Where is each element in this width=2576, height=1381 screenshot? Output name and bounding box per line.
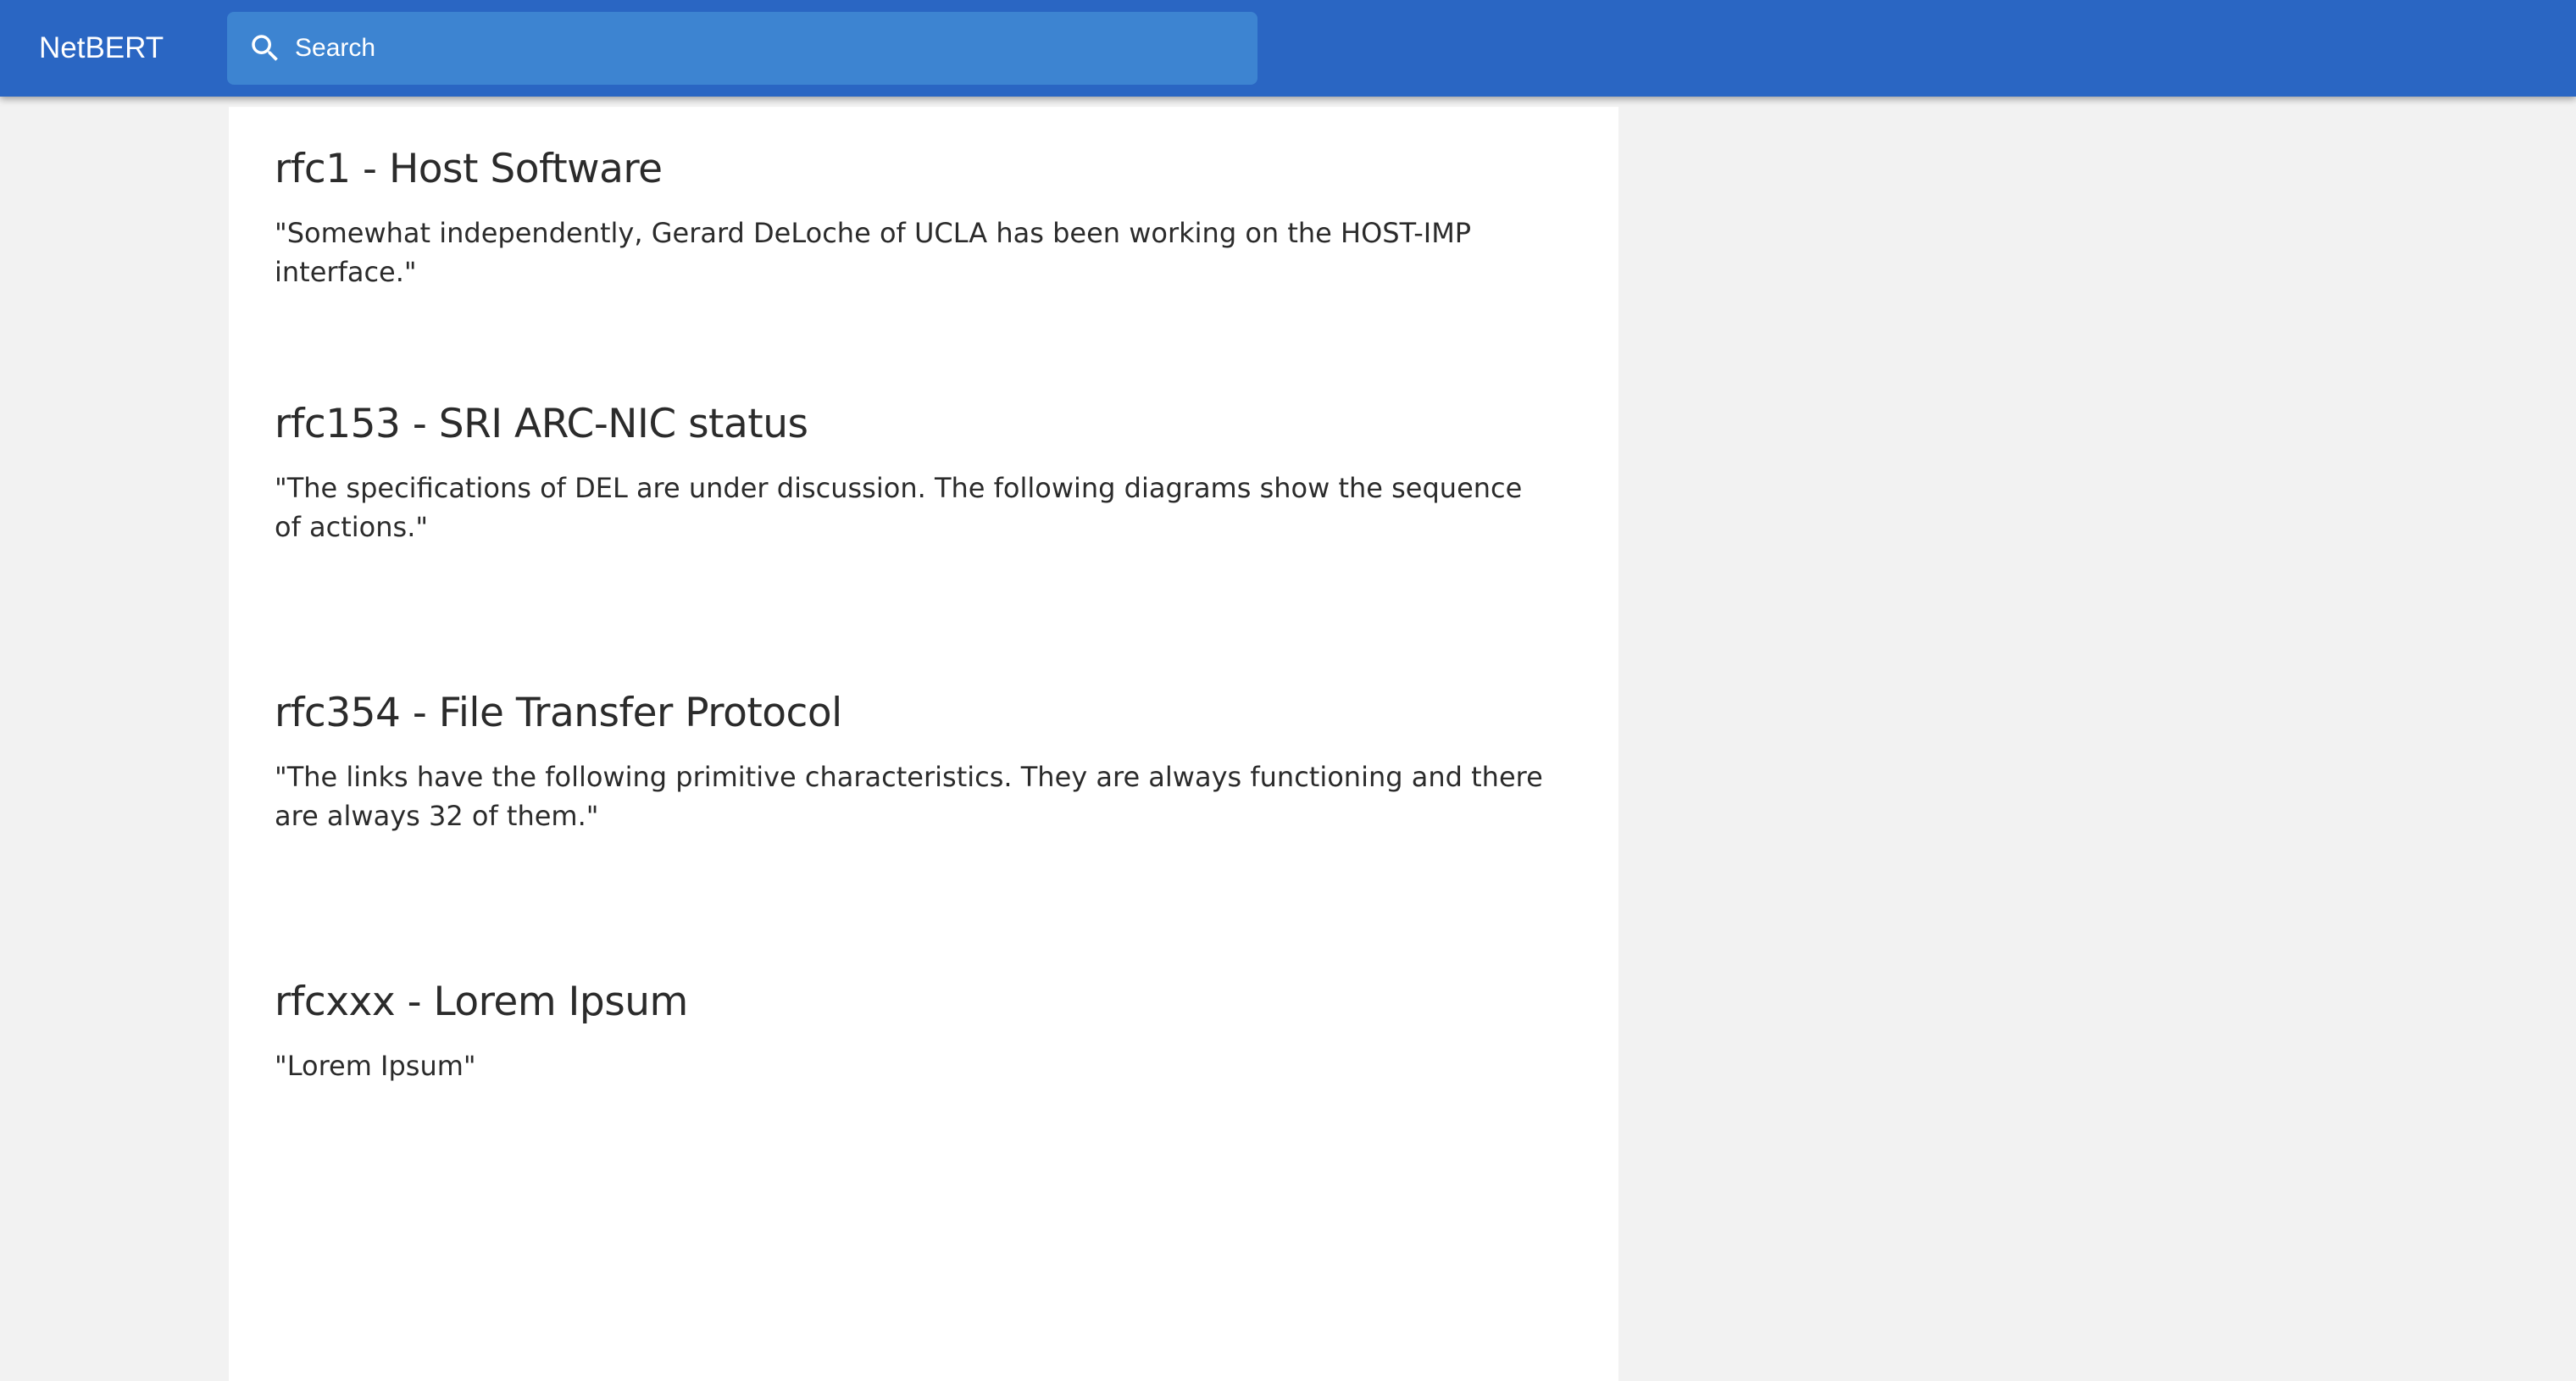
result-snippet: "Somewhat independently, Gerard DeLoche …	[275, 217, 1472, 288]
result-title[interactable]: rfcxxx - Lorem Ipsum	[275, 977, 1554, 1028]
search-input[interactable]	[288, 12, 1237, 85]
result-item[interactable]: rfcxxx - Lorem Ipsum "Lorem Ipsum"	[275, 977, 1554, 1085]
result-item[interactable]: rfc1 - Host Software "Somewhat independe…	[275, 144, 1554, 291]
result-snippet: "The links have the following primitive …	[275, 761, 1543, 832]
app-bar: NetBERT	[0, 0, 2576, 97]
search-icon	[252, 35, 278, 61]
app-title[interactable]: NetBERT	[39, 0, 164, 97]
result-item[interactable]: rfc354 - File Transfer Protocol "The lin…	[275, 688, 1554, 835]
result-title[interactable]: rfc354 - File Transfer Protocol	[275, 688, 1554, 739]
result-item[interactable]: rfc153 - SRI ARC-NIC status "The specifi…	[275, 399, 1554, 546]
result-title[interactable]: rfc1 - Host Software	[275, 144, 1554, 195]
results-panel: rfc1 - Host Software "Somewhat independe…	[229, 107, 1618, 1381]
result-title[interactable]: rfc153 - SRI ARC-NIC status	[275, 399, 1554, 450]
search-box[interactable]	[227, 12, 1257, 85]
result-snippet: "The specifications of DEL are under dis…	[275, 472, 1523, 543]
result-snippet: "Lorem Ipsum"	[275, 1050, 476, 1082]
